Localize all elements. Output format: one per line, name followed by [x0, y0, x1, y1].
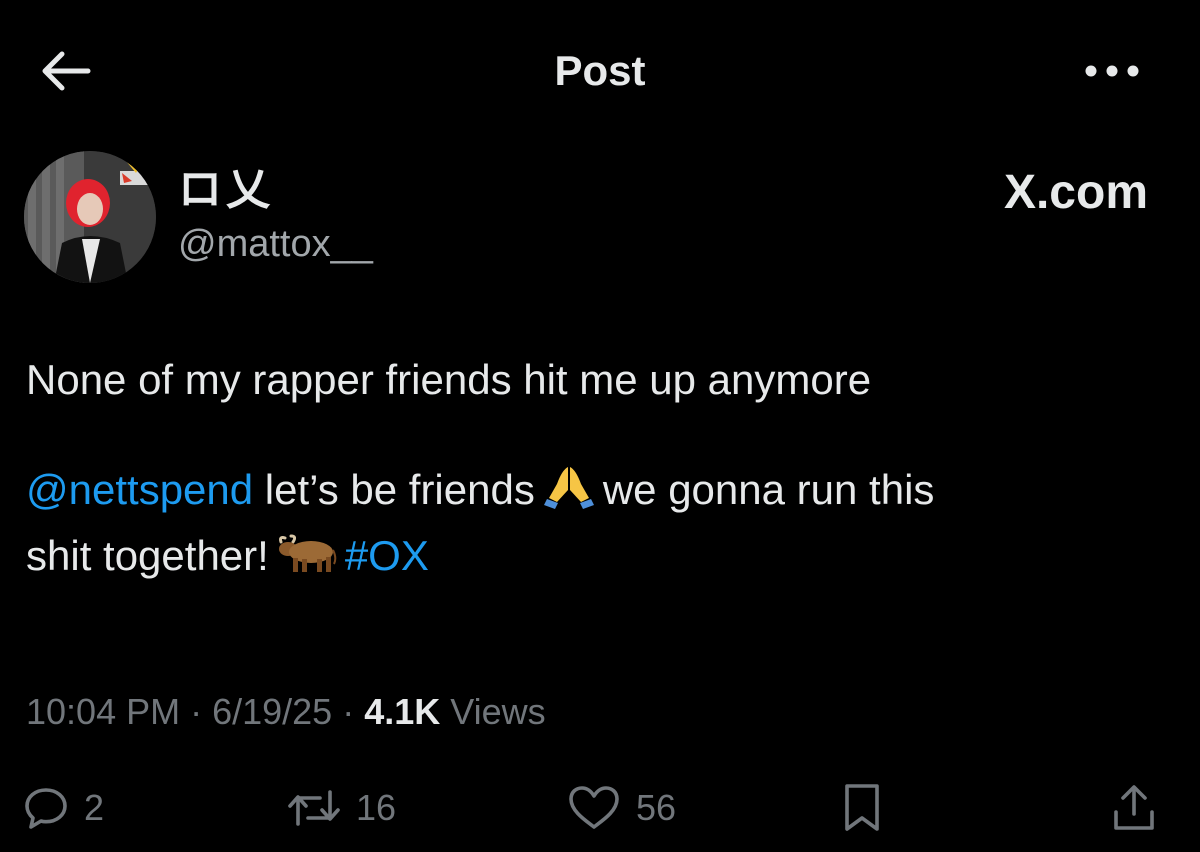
share-button[interactable] — [1108, 782, 1160, 834]
post-meta: 10:04 PM · 6/19/25 · 4.1K Views — [26, 688, 546, 736]
author-handle[interactable]: @mattox__ — [178, 220, 373, 268]
post-text: None of my rapper friends hit me up anym… — [26, 350, 1166, 592]
page-title-bar: Post — [0, 46, 1200, 96]
repost-icon — [288, 790, 340, 826]
mention-link[interactable]: @nettspend — [26, 466, 253, 513]
user-avatar[interactable] — [24, 151, 156, 283]
author-display-name[interactable]: ロ乂 — [178, 164, 274, 216]
post-time: 10:04 PM — [26, 691, 181, 732]
bookmark-button[interactable] — [838, 782, 886, 834]
avatar-image — [24, 151, 156, 283]
back-button[interactable] — [36, 46, 96, 96]
reply-button[interactable]: 2 — [22, 782, 104, 834]
ox-emoji — [277, 532, 337, 592]
meta-separator: · — [332, 691, 365, 732]
views-count[interactable]: 4.1K — [364, 691, 440, 732]
share-icon — [1114, 785, 1154, 830]
post-line-1: None of my rapper friends hit me up anym… — [26, 356, 872, 403]
post-text-c: shit together! — [26, 532, 269, 579]
repost-button[interactable]: 16 — [286, 782, 396, 834]
folded-hands-emoji — [543, 464, 595, 526]
post-date: 6/19/25 — [212, 691, 333, 732]
views-label: Views — [440, 691, 546, 732]
more-horizontal-icon — [1085, 65, 1139, 77]
source-watermark: X.com — [1003, 166, 1148, 219]
meta-separator: · — [180, 691, 213, 732]
reply-count: 2 — [84, 787, 105, 828]
post-text-a: let’s be friends — [253, 466, 535, 513]
post-text-b: we gonna run this — [602, 466, 935, 513]
like-count: 56 — [636, 787, 677, 828]
page-title: Post — [554, 47, 646, 94]
more-options-button[interactable] — [1082, 56, 1142, 86]
bookmark-icon — [845, 784, 879, 831]
repost-count: 16 — [356, 787, 397, 828]
post-paragraph-2: @nettspend let’s be friends we gonna run… — [26, 460, 1166, 592]
reply-icon — [25, 788, 67, 829]
like-button[interactable]: 56 — [566, 782, 676, 834]
hashtag-link[interactable]: #OX — [345, 532, 429, 579]
arrow-left-icon — [42, 51, 91, 91]
heart-icon — [569, 786, 619, 829]
